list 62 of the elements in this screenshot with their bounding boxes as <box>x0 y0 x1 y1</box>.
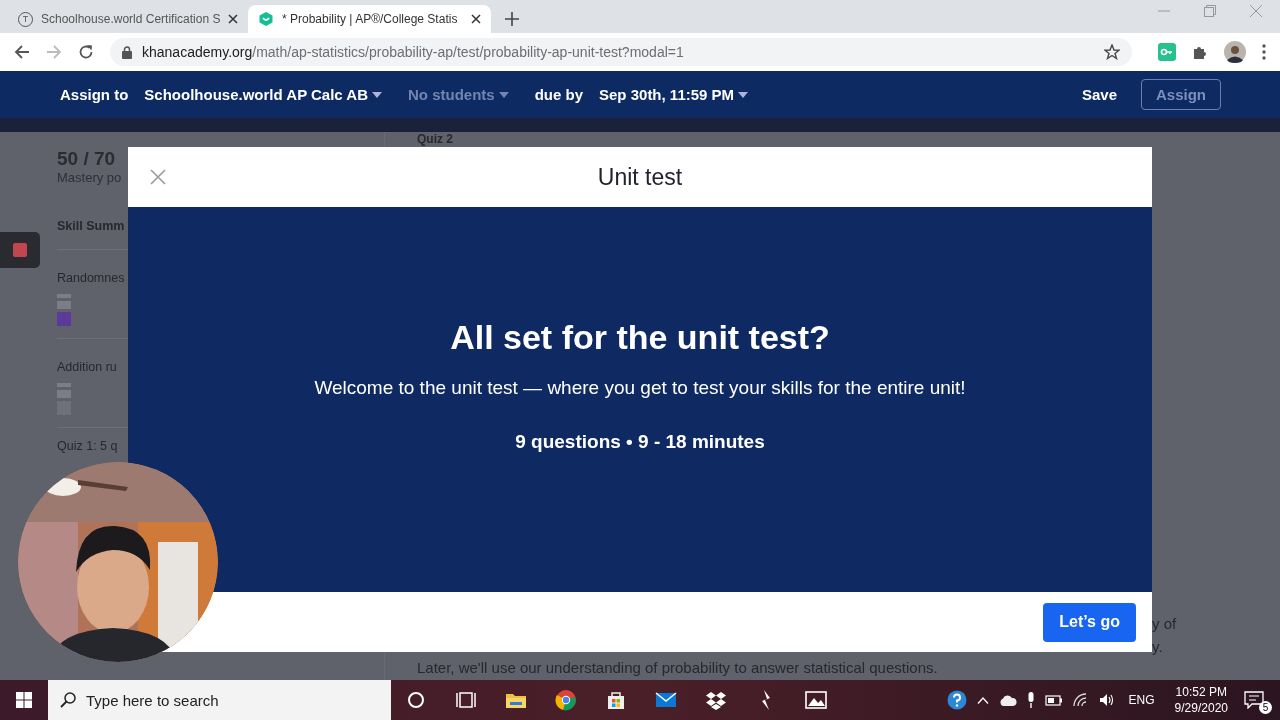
notification-count: 5 <box>1259 701 1272 714</box>
shopping-bag-icon[interactable] <box>605 689 627 711</box>
text-fragment: y of <box>1152 615 1177 632</box>
task-view-icon[interactable] <box>455 689 477 711</box>
caret-icon <box>738 91 749 98</box>
chevron-up-icon[interactable] <box>976 696 989 704</box>
reload-icon[interactable] <box>78 44 94 60</box>
volume-icon[interactable] <box>1098 693 1115 707</box>
skill-name: Randomnes <box>57 270 125 286</box>
hexagon-icon <box>258 11 274 27</box>
picture-frame-icon[interactable] <box>805 689 827 711</box>
cortana-icon[interactable] <box>405 689 427 711</box>
plus-icon[interactable] <box>505 12 519 26</box>
microphone-icon[interactable] <box>1026 692 1035 708</box>
chrome-icon[interactable] <box>555 689 577 711</box>
skill-name: Addition ru <box>57 359 117 375</box>
score-text: 50 / 70 <box>57 148 116 170</box>
menu-icon[interactable] <box>1262 44 1266 60</box>
battery-icon[interactable] <box>1044 694 1063 706</box>
caret-icon <box>372 91 382 98</box>
browser-tab[interactable]: * Probability | AP®/College Statis <box>248 5 491 33</box>
lock-icon <box>122 45 132 59</box>
dialog-title: Unit test <box>597 163 683 191</box>
caret-icon <box>498 91 509 98</box>
text-fragment: y. <box>1152 638 1163 655</box>
speech-bubble-icon <box>1244 691 1264 709</box>
clock[interactable]: 10:52 PM 9/29/2020 <box>1174 684 1228 716</box>
quiz-heading: Quiz 2 <box>417 132 453 146</box>
tab-title: Schoolhouse.world Certification S <box>41 12 221 26</box>
test-info: 9 questions • 9 - 18 minutes <box>515 431 765 453</box>
search-icon <box>60 692 76 708</box>
dialog-intro: Welcome to the unit test — where you get to test your skills for the entire unit! <box>314 377 966 399</box>
save-button[interactable]: Save <box>1073 86 1125 103</box>
address-bar[interactable]: khanacademy.org/math/ap-statistics/probability-ap/test/probability-ap-unit-test?modal=1 <box>110 38 1132 66</box>
notification-button[interactable]: 5 <box>1244 688 1270 712</box>
description-text: Later, we'll use our understanding of probability to answer statistical questions. <box>417 659 939 676</box>
dialog-heading: All set for the unit test? <box>450 318 830 357</box>
due-label: due by <box>534 86 583 103</box>
class-dropdown[interactable]: Schoolhouse.world AP Calc AB <box>144 86 382 103</box>
language-indicator[interactable]: ENG <box>1128 693 1155 707</box>
dropbox-icon[interactable] <box>705 689 727 711</box>
stop-button[interactable] <box>0 232 40 268</box>
wifi-icon[interactable] <box>1072 693 1089 707</box>
section-title: Skill Summ <box>57 218 125 235</box>
tab-title: * Probability | AP®/College Statis <box>282 12 459 26</box>
star-icon[interactable] <box>1104 44 1120 60</box>
url-text: khanacademy.org/math/ap-statistics/probability-ap/test/probability-ap-unit-test?modal=1 <box>142 44 684 60</box>
browser-tab[interactable]: T Schoolhouse.world Certification S <box>8 5 248 33</box>
close-icon[interactable] <box>228 14 239 24</box>
cloud-icon[interactable] <box>998 694 1017 706</box>
forward-icon <box>46 44 62 60</box>
back-icon[interactable] <box>14 44 30 60</box>
puzzle-icon[interactable] <box>1192 44 1208 60</box>
close-icon[interactable] <box>471 14 481 24</box>
help-icon[interactable] <box>946 690 967 710</box>
windows-icon[interactable] <box>16 692 32 708</box>
assign-label: Assign to <box>60 86 129 103</box>
avatar-icon[interactable] <box>1224 41 1246 63</box>
stop-icon <box>13 243 27 257</box>
due-date-dropdown[interactable]: Sep 30th, 11:59 PM <box>599 86 749 103</box>
lets-go-button[interactable]: Let’s go <box>1043 602 1136 642</box>
search-field[interactable]: Type here to search <box>48 680 391 720</box>
